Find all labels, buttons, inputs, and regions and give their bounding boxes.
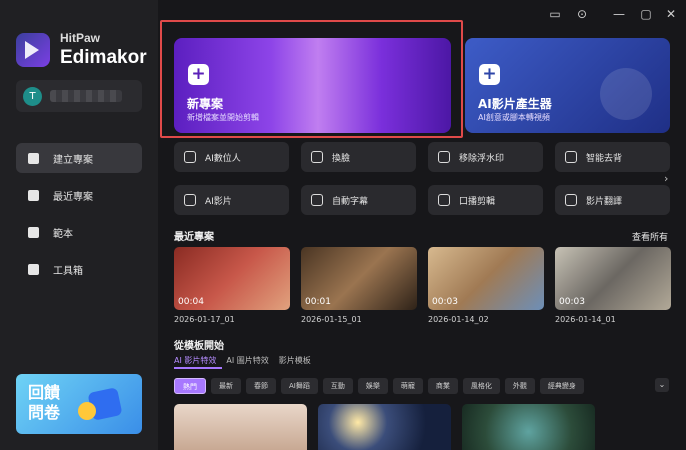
survey-label: 回饋問卷 — [28, 383, 61, 422]
chip-spring-festival[interactable]: 春節 — [246, 378, 276, 394]
folder-icon — [28, 189, 39, 201]
avatar: T — [23, 86, 42, 106]
tab-video-templates[interactable]: 影片模板 — [279, 355, 311, 366]
maximize-icon[interactable]: ▢ — [639, 7, 653, 21]
speech-edit-icon — [438, 194, 450, 206]
chip-stylized[interactable]: 風格化 — [462, 378, 500, 394]
chip-latest[interactable]: 最新 — [211, 378, 241, 394]
translate-icon — [565, 194, 577, 206]
create-icon — [28, 152, 39, 164]
tool-label: AI數位人 — [205, 153, 241, 164]
active-tab-indicator — [174, 367, 222, 369]
chip-pets[interactable]: 萌寵 — [392, 378, 423, 394]
toolbox-icon — [28, 263, 39, 275]
new-project-card[interactable]: + 新專案 新增檔案並開始剪輯 — [174, 38, 451, 133]
plus-icon: + — [479, 64, 500, 85]
tool-label: 口播剪輯 — [459, 196, 496, 207]
recent-project-thumbnail[interactable]: 00:01 — [301, 247, 417, 310]
sidebar-item-recent-projects[interactable]: 最近專案 — [16, 180, 142, 210]
recent-project-thumbnail[interactable]: 00:03 — [428, 247, 544, 310]
feedback-icon[interactable]: ▭ — [548, 7, 562, 21]
card-title: AI影片產生器 — [478, 97, 552, 111]
plus-icon: + — [188, 64, 209, 85]
avatar-icon — [184, 151, 196, 163]
tab-ai-video-effects[interactable]: AI 影片特效 — [174, 355, 216, 366]
sidebar-item-label: 範本 — [53, 228, 73, 240]
see-all-link[interactable]: 查看所有 — [632, 230, 668, 243]
tab-ai-image-effects[interactable]: AI 圖片特效 — [226, 355, 268, 366]
card-subtitle: 新增檔案並開始剪輯 — [187, 113, 259, 122]
settings-icon[interactable]: ⊙ — [575, 7, 589, 21]
duration: 00:03 — [432, 297, 458, 307]
recent-project-name: 2026-01-15_01 — [301, 315, 362, 324]
recent-projects-title: 最近專案 — [174, 232, 214, 243]
close-icon[interactable]: ✕ — [664, 7, 678, 21]
ai-video-generator-card[interactable]: + AI影片產生器 AI創意或腳本轉視頻 — [465, 38, 670, 133]
sidebar-item-label: 最近專案 — [53, 191, 93, 203]
sidebar-item-templates[interactable]: 範本 — [16, 217, 142, 247]
ai-video-icon — [184, 194, 196, 206]
chip-classic-transform[interactable]: 經典變身 — [539, 378, 584, 394]
chip-appearance[interactable]: 外觀 — [504, 378, 535, 394]
recent-project-name: 2026-01-14_02 — [428, 315, 489, 324]
chevron-right-icon[interactable]: › — [664, 172, 678, 186]
template-thumbnail[interactable] — [462, 404, 595, 450]
card-subtitle: AI創意或腳本轉視頻 — [478, 113, 550, 122]
card-title: 新專案 — [187, 97, 224, 111]
background-icon — [565, 151, 577, 163]
tool-label: 換臉 — [332, 153, 351, 164]
tool-video-translate[interactable]: 影片翻譯 — [555, 185, 670, 215]
chip-ai-dance[interactable]: AI舞蹈 — [281, 378, 318, 394]
template-icon — [28, 226, 39, 238]
tool-face-swap[interactable]: 換臉 — [301, 142, 416, 172]
face-swap-icon — [311, 151, 323, 163]
duration: 00:03 — [559, 297, 585, 307]
recent-project-thumbnail[interactable]: 00:03 — [555, 247, 671, 310]
chip-interactive[interactable]: 互動 — [322, 378, 353, 394]
template-thumbnail[interactable] — [174, 404, 307, 450]
tool-label: 智能去背 — [586, 153, 623, 164]
template-thumbnail[interactable] — [318, 404, 451, 450]
sidebar-item-create-project[interactable]: 建立專案 — [16, 143, 142, 173]
brand-name: Edimakor — [60, 47, 147, 68]
recent-project-name: 2026-01-17_01 — [174, 315, 235, 324]
minimize-icon[interactable]: — — [612, 7, 626, 21]
tool-remove-background[interactable]: 智能去背 — [555, 142, 670, 172]
recent-project-name: 2026-01-14_01 — [555, 315, 616, 324]
eraser-icon — [438, 151, 450, 163]
sidebar: HitPaw Edimakor T 建立專案 最近專案 範本 工具箱 回饋問卷 — [0, 0, 158, 450]
template-tabs: AI 影片特效 AI 圖片特效 影片模板 — [174, 355, 311, 366]
tool-talking-edit[interactable]: 口播剪輯 — [428, 185, 543, 215]
tool-ai-video[interactable]: AI影片 — [174, 185, 289, 215]
tool-ai-avatar[interactable]: AI數位人 — [174, 142, 289, 172]
tool-label: 移除浮水印 — [459, 153, 505, 164]
survey-banner[interactable]: 回饋問卷 — [16, 374, 142, 434]
play-circle-icon — [600, 68, 652, 120]
tool-remove-watermark[interactable]: 移除浮水印 — [428, 142, 543, 172]
tool-label: 影片翻譯 — [586, 196, 623, 207]
category-chips: 熱門 最新 春節 AI舞蹈 互動 娛樂 萌寵 商業 風格化 外觀 經典變身 — [174, 378, 584, 394]
sidebar-item-label: 建立專案 — [53, 154, 93, 166]
sidebar-item-label: 工具箱 — [53, 265, 83, 277]
user-account[interactable]: T — [16, 80, 142, 112]
blurred-username — [50, 90, 122, 102]
cc-icon — [311, 194, 323, 206]
recent-project-thumbnail[interactable]: 00:04 — [174, 247, 290, 310]
tool-label: AI影片 — [205, 196, 232, 207]
chip-entertainment[interactable]: 娛樂 — [357, 378, 388, 394]
brand-small: HitPaw — [60, 31, 101, 45]
logo-icon — [16, 32, 50, 67]
chip-business[interactable]: 商業 — [427, 378, 458, 394]
tool-label: 自動字幕 — [332, 196, 369, 207]
duration: 00:01 — [305, 297, 331, 307]
emoji-icon — [78, 402, 96, 420]
app-logo: HitPaw Edimakor — [16, 32, 147, 67]
chip-hot[interactable]: 熱門 — [174, 378, 206, 394]
duration: 00:04 — [178, 297, 204, 307]
chevron-down-icon[interactable]: ⌄ — [655, 378, 669, 392]
tool-auto-subtitle[interactable]: 自動字幕 — [301, 185, 416, 215]
sidebar-item-toolbox[interactable]: 工具箱 — [16, 254, 142, 284]
templates-title: 從模板開始 — [174, 341, 224, 352]
